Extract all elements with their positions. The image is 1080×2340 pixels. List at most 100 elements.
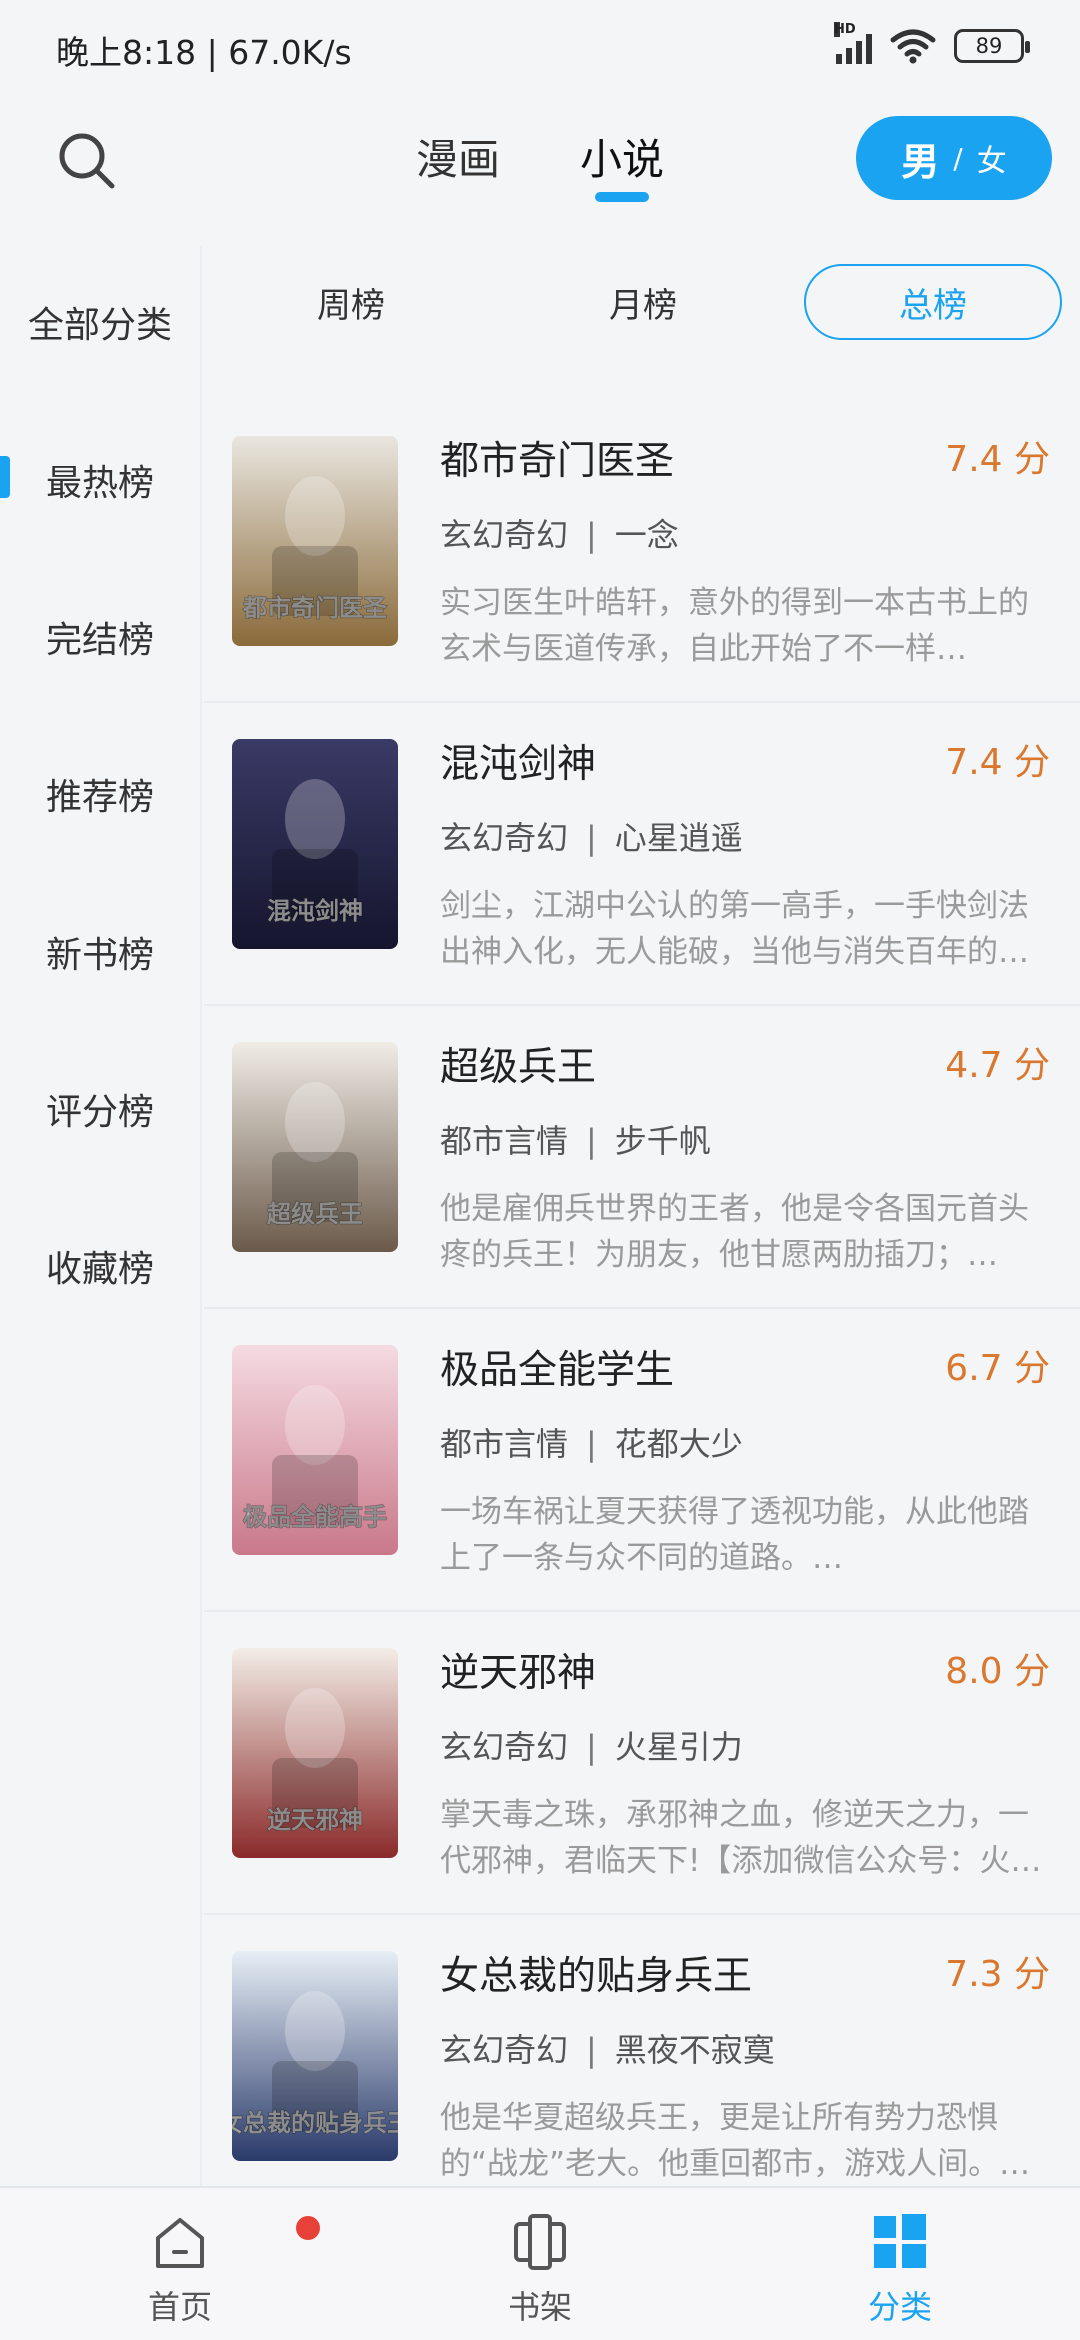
sidebar-item-rating[interactable]: 评分榜 (0, 1083, 200, 1135)
book-score: 7.4 分 (945, 439, 1050, 480)
book-cover[interactable]: 超级兵王 (232, 1042, 398, 1252)
book-author: 步千帆 (614, 1122, 711, 1160)
book-author: 心星逍遥 (614, 819, 743, 857)
book-meta: 都市言情 | 步千帆 (440, 1116, 711, 1162)
cover-title-art: 极品全能高手 (243, 1503, 387, 1531)
book-meta: 玄幻奇幻 | 一念 (440, 510, 679, 556)
book-author: 黑夜不寂寞 (614, 2031, 775, 2069)
status-icons: HD 89 (834, 22, 1030, 64)
nav-bookshelf[interactable]: 书架 (440, 2188, 640, 2340)
notification-dot (296, 2216, 320, 2240)
book-title[interactable]: 超级兵王 (440, 1036, 596, 1092)
sidebar-item-new-books[interactable]: 新书榜 (0, 926, 200, 978)
book-row[interactable]: 逆天邪神 逆天邪神 8.0 分玄幻奇幻 | 火星引力 掌天毒之珠，承邪神之血，修逆天之力，… (204, 1612, 1080, 1915)
book-description: 掌天毒之珠，承邪神之血，修逆天之力，一代邪神，君临天下!【添加微信公众号：火… (440, 1797, 1042, 1879)
book-cover[interactable]: 混沌剑神 (232, 739, 398, 949)
book-genre: 玄幻奇幻 (440, 1728, 569, 1766)
status-time-speed: 晚上8:18 | 67.0K/s (56, 33, 352, 72)
book-cover[interactable]: 女总裁的贴身兵王 (232, 1951, 398, 2161)
book-cover-art: 逆天邪神 (232, 1648, 398, 1858)
tab-comic[interactable]: 漫画 (416, 126, 500, 187)
book-cover-art: 女总裁的贴身兵王 (232, 1951, 398, 2161)
period-monthly[interactable]: 月榜 (514, 264, 772, 340)
book-title[interactable]: 混沌剑神 (440, 733, 596, 789)
book-genre: 都市言情 (440, 1122, 569, 1160)
gender-male[interactable]: 男 (901, 131, 939, 186)
book-row[interactable]: 混沌剑神 混沌剑神 7.4 分玄幻奇幻 | 心星逍遥 剑尘，江湖中公认的第一高手，一手快剑… (204, 703, 1080, 1006)
sidebar-item-recommended[interactable]: 推荐榜 (0, 768, 200, 820)
hd-badge: HD (834, 22, 856, 37)
book-list: 都市奇门医圣 都市奇门医圣 7.4 分玄幻奇幻 | 一念实习医生叶皓轩，意外的得到一本古… (204, 400, 1080, 2218)
sidebar-item-completed[interactable]: 完结榜 (0, 611, 200, 663)
bottom-nav: 首页 书架 分类 (0, 2186, 1080, 2340)
book-row[interactable]: 极品全能高手 极品全能学生 6.7 分都市言情 | 花都大少一场车祸让夏天获得了透视功能… (204, 1309, 1080, 1612)
wifi-icon (890, 29, 936, 64)
battery-icon: 89 (954, 29, 1030, 63)
meta-separator: | (586, 1728, 597, 1766)
book-description: 剑尘，江湖中公认的第一高手，一手快剑法出神入化，无人能破，当他与消失百年的… (440, 888, 1029, 970)
book-meta: 都市言情 | 花都大少 (440, 1419, 743, 1465)
ranking-sidebar: 全部分类 最热榜 完结榜 推荐榜 新书榜 评分榜 收藏榜 (0, 246, 202, 2186)
cover-title-art: 混沌剑神 (267, 897, 363, 925)
book-cover[interactable]: 逆天邪神 (232, 1648, 398, 1858)
meta-separator: | (586, 1122, 597, 1160)
meta-separator: | (586, 2031, 597, 2069)
book-genre: 都市言情 (440, 1425, 569, 1463)
active-tab-indicator (595, 192, 649, 202)
book-genre: 玄幻奇幻 (440, 516, 569, 554)
book-title[interactable]: 逆天邪神 (440, 1642, 596, 1698)
book-genre: 玄幻奇幻 (440, 2031, 569, 2069)
battery-level: 89 (975, 34, 1003, 58)
sidebar-item-favorites[interactable]: 收藏榜 (0, 1240, 200, 1292)
book-score: 6.7 分 (945, 1348, 1050, 1389)
bookshelf-icon (514, 2214, 566, 2270)
book-row[interactable]: 超级兵王 超级兵王 4.7 分都市言情 | 步千帆 他是雇佣兵世界的王者，他是令各国元首头… (204, 1006, 1080, 1309)
book-description: 一场车祸让夏天获得了透视功能，从此他踏上了一条与众不同的道路。… (440, 1494, 1029, 1576)
book-title[interactable]: 都市奇门医圣 (440, 430, 674, 486)
book-meta: 玄幻奇幻 | 火星引力 (440, 1722, 743, 1768)
gender-toggle[interactable]: 男 / 女 (856, 116, 1052, 200)
status-bar: 晚上8:18 | 67.0K/s HD 89 (0, 0, 1080, 96)
meta-separator: | (586, 516, 597, 554)
home-icon (156, 2218, 204, 2268)
period-all-time[interactable]: 总榜 (804, 264, 1062, 340)
book-score: 8.0 分 (945, 1651, 1050, 1692)
cover-title-art: 逆天邪神 (267, 1806, 363, 1834)
top-header: 漫画 小说 男 / 女 (0, 96, 1080, 246)
book-cover[interactable]: 都市奇门医圣 (232, 436, 398, 646)
book-description: 实习医生叶皓轩，意外的得到一本古书上的玄术与医道传承，自此开始了不一样… (440, 585, 1029, 667)
nav-category[interactable]: 分类 (800, 2188, 1000, 2340)
book-meta: 玄幻奇幻 | 心星逍遥 (440, 813, 743, 859)
meta-separator: | (586, 1425, 597, 1463)
book-score: 4.7 分 (945, 1045, 1050, 1086)
book-cover-art: 超级兵王 (232, 1042, 398, 1252)
gender-female[interactable]: 女 (977, 136, 1007, 180)
nav-category-label: 分类 (867, 2288, 932, 2326)
nav-home-label: 首页 (147, 2288, 212, 2326)
nav-home[interactable]: 首页 (80, 2188, 280, 2340)
category-grid-icon (874, 2214, 926, 2268)
book-description: 他是华夏超级兵王，更是让所有势力恐惧的“战龙”老大。他重回都市，游戏人间。… (440, 2100, 1031, 2182)
book-cover[interactable]: 极品全能高手 (232, 1345, 398, 1555)
period-weekly[interactable]: 周榜 (222, 264, 480, 340)
book-author: 花都大少 (614, 1425, 743, 1463)
book-author: 一念 (614, 516, 679, 554)
book-title[interactable]: 女总裁的贴身兵王 (440, 1945, 752, 2001)
book-score: 7.3 分 (945, 1954, 1050, 1995)
book-author: 火星引力 (614, 1728, 743, 1766)
sidebar-item-hottest[interactable]: 最热榜 (0, 454, 200, 506)
search-icon[interactable] (54, 128, 120, 194)
meta-separator: | (586, 819, 597, 857)
book-genre: 玄幻奇幻 (440, 819, 569, 857)
book-row[interactable]: 都市奇门医圣 都市奇门医圣 7.4 分玄幻奇幻 | 一念实习医生叶皓轩，意外的得到一本古… (204, 400, 1080, 703)
sidebar-item-all-categories[interactable]: 全部分类 (0, 296, 200, 348)
book-row[interactable]: 女总裁的贴身兵王女总裁的贴身兵王7.3 分玄幻奇幻|黑夜不寂寞他是华夏超级兵王，… (204, 1915, 1080, 2218)
book-meta: 玄幻奇幻 | 黑夜不寂寞 (440, 2025, 775, 2071)
book-title[interactable]: 极品全能学生 (440, 1339, 674, 1395)
gender-separator: / (953, 141, 963, 175)
tab-novel[interactable]: 小说 (580, 126, 664, 187)
book-description: 他是雇佣兵世界的王者，他是令各国元首头疼的兵王！为朋友，他甘愿两肋插刀；… (440, 1191, 1029, 1273)
cover-title-art: 超级兵王 (267, 1200, 363, 1228)
cover-title-art: 女总裁的贴身兵王 (232, 2109, 398, 2137)
book-cover-art: 极品全能高手 (232, 1345, 398, 1555)
